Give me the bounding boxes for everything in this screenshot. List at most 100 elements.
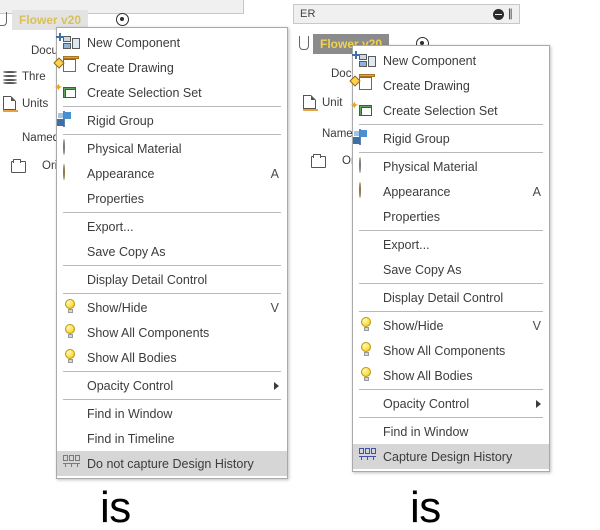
menu-item-new-component[interactable]: New Component (56, 30, 287, 55)
no-icon (63, 271, 81, 289)
right-tree-row-named-views[interactable]: Named (302, 126, 359, 141)
physical-material-icon (359, 156, 377, 176)
menu-item-label: Opacity Control (87, 378, 174, 393)
menu-separator (359, 230, 543, 231)
menu-item-shortcut: V (270, 300, 279, 315)
menu-item-appearance[interactable]: Appearance A (353, 179, 549, 204)
menu-item-create-drawing[interactable]: Create Drawing (349, 73, 549, 98)
menu-item-label: Save Copy As (383, 262, 462, 277)
menu-item-properties[interactable]: Properties (57, 186, 287, 211)
right-context-menu[interactable]: New Component Create Drawing ✦ Create Selec… (349, 45, 550, 472)
menu-item-export[interactable]: Export... (353, 232, 549, 257)
bulb-icon (63, 348, 81, 367)
right-tree-row-units[interactable]: Unit (302, 95, 343, 111)
menu-separator (63, 212, 281, 213)
no-icon (359, 395, 377, 413)
menu-separator (359, 417, 543, 418)
menu-item-label: Find in Timeline (87, 431, 175, 446)
menu-item-label: Create Selection Set (87, 85, 202, 100)
submenu-arrow-icon[interactable] (274, 381, 279, 390)
menu-item-find-in-window[interactable]: Find in Window (57, 401, 287, 426)
right-tree-label-units: Unit (322, 96, 343, 109)
menu-item-show-all-components[interactable]: Show All Components (57, 320, 287, 345)
menu-item-show-all-bodies[interactable]: Show All Bodies (57, 345, 287, 370)
left-context-menu[interactable]: New Component Create Drawing ✦ Create Selec… (53, 27, 288, 479)
menu-item-display-detail-control[interactable]: Display Detail Control (353, 285, 549, 310)
menu-item-show-all-components[interactable]: Show All Components (353, 338, 549, 363)
menu-item-label: Find in Window (383, 424, 469, 439)
no-icon (359, 208, 377, 226)
right-tree-row-origin[interactable]: Or (310, 153, 355, 168)
menu-item-label: Rigid Group (87, 113, 154, 128)
menu-item-shortcut: A (270, 166, 279, 181)
design-history-icon-blue (359, 447, 377, 466)
menu-item-save-copy-as[interactable]: Save Copy As (353, 257, 549, 282)
left-document-tab-label: Flower v20 (19, 13, 82, 27)
minus-circle-icon[interactable] (492, 8, 504, 20)
threads-icon (2, 69, 19, 84)
menu-item-properties[interactable]: Properties (353, 204, 549, 229)
menu-separator (359, 283, 543, 284)
menu-item-physical-material[interactable]: Physical Material (57, 136, 287, 161)
left-tree-label-named: Named (22, 131, 60, 144)
rigid-group-icon (353, 128, 377, 148)
menu-item-label: Export... (383, 237, 430, 252)
menu-item-label: New Component (87, 35, 181, 50)
menu-item-show-hide[interactable]: Show/Hide V (353, 313, 549, 338)
bulb-icon (63, 298, 81, 317)
menu-item-save-copy-as[interactable]: Save Copy As (57, 239, 287, 264)
left-tree-row-units[interactable]: Units (2, 96, 49, 112)
bulb-icon (63, 323, 81, 342)
menu-item-export[interactable]: Export... (57, 214, 287, 239)
menu-item-show-hide[interactable]: Show/Hide V (57, 295, 287, 320)
menu-item-label: Display Detail Control (87, 272, 208, 287)
submenu-arrow-icon[interactable] (536, 399, 541, 408)
menu-item-label: Physical Material (383, 159, 478, 174)
left-tree-row-origin[interactable]: Ori (10, 158, 57, 173)
menu-item-rigid-group[interactable]: Rigid Group (353, 126, 549, 151)
document-node-icon (11, 43, 28, 58)
rigid-group-icon (57, 110, 81, 130)
menu-item-label: Rigid Group (383, 131, 450, 146)
left-tree-row-threads[interactable]: Thre (2, 69, 46, 84)
new-component-icon (56, 32, 81, 52)
left-tree-label-units: Units (22, 97, 49, 110)
menu-item-appearance[interactable]: Appearance A (57, 161, 287, 186)
bulb-icon (359, 341, 377, 360)
menu-item-opacity-control[interactable]: Opacity Control (57, 373, 287, 398)
menu-item-label: Capture Design History (383, 449, 513, 464)
menu-item-label: Appearance (383, 184, 451, 199)
menu-item-label: Opacity Control (383, 396, 470, 411)
appearance-icon (359, 181, 377, 201)
menu-item-label: Create Drawing (383, 78, 470, 93)
menu-item-create-selection-set[interactable]: ✦ Create Selection Set (350, 98, 549, 123)
menu-item-capture-design-history[interactable]: Capture Design History (353, 444, 549, 469)
bulb-icon (359, 366, 377, 385)
menu-item-physical-material[interactable]: Physical Material (353, 154, 549, 179)
menu-item-new-component[interactable]: New Component (352, 48, 549, 73)
menu-item-find-in-window[interactable]: Find in Window (353, 419, 549, 444)
menu-item-show-all-bodies[interactable]: Show All Bodies (353, 363, 549, 388)
menu-item-label: Create Selection Set (383, 103, 498, 118)
menu-item-display-detail-control[interactable]: Display Detail Control (57, 267, 287, 292)
right-caption: is off (410, 483, 441, 530)
right-panel-title: ER (300, 8, 316, 20)
left-target-dot-icon[interactable] (116, 13, 129, 26)
menu-item-create-selection-set[interactable]: ✦ Create Selection Set (54, 80, 287, 105)
right-panel-header: ER ∥ (293, 4, 520, 24)
list-bars-icon[interactable]: ∥ (508, 8, 514, 20)
menu-item-do-not-capture-design-history[interactable]: Do not capture Design History (57, 451, 287, 476)
menu-item-label: Show/Hide (87, 300, 148, 315)
screenshot-root: Flower v20 Docum Thre Units Named Ori Ne… (0, 0, 600, 530)
left-tree-row-named-views[interactable]: Named (2, 130, 59, 145)
menu-item-shortcut: A (532, 184, 541, 199)
menu-item-label: Properties (87, 191, 144, 206)
menu-item-create-drawing[interactable]: Create Drawing (53, 55, 287, 80)
menu-item-shortcut: V (532, 318, 541, 333)
create-selection-set-icon: ✦ (54, 82, 81, 102)
no-icon (63, 218, 81, 236)
menu-item-rigid-group[interactable]: Rigid Group (57, 108, 287, 133)
menu-item-opacity-control[interactable]: Opacity Control (353, 391, 549, 416)
appearance-icon (63, 163, 81, 183)
menu-item-find-in-timeline[interactable]: Find in Timeline (57, 426, 287, 451)
